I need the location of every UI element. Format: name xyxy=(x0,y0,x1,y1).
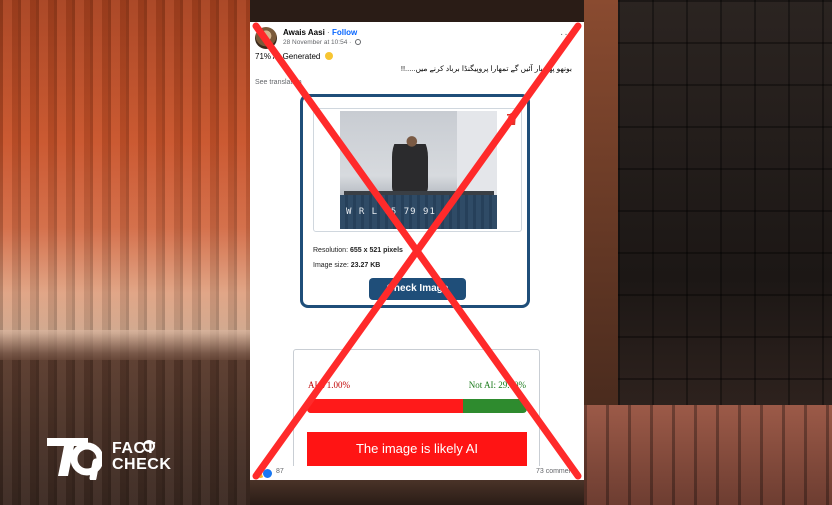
container-worker-photo: W R L 05 79 91 xyxy=(340,111,497,229)
resolution-label: Resolution: xyxy=(313,247,349,254)
logo-check-text: CHECK xyxy=(112,456,172,473)
background-ground xyxy=(250,480,584,505)
reaction-count[interactable]: 87 xyxy=(276,468,284,475)
meta-separator: · xyxy=(349,39,352,46)
photo-container-code: W R L 05 79 91 xyxy=(346,207,436,217)
more-options-icon[interactable]: ··· xyxy=(560,29,573,40)
background-container-bottom xyxy=(584,405,832,505)
post-urdu-text: بونھو پھر بار آئیں گے تمھارا پروپیگنڈا ب… xyxy=(400,64,572,73)
trash-icon[interactable] xyxy=(507,113,517,125)
post-meta: 28 November at 10:54 · xyxy=(283,39,362,46)
background-container-left xyxy=(0,0,250,505)
post-footer: 87 73 comments xyxy=(250,466,584,480)
ai-score-label: AI: 71.00% xyxy=(308,380,350,390)
ai-score-bar xyxy=(307,399,527,413)
photo-sky xyxy=(457,111,497,201)
post-caption: 71% AI Generated xyxy=(255,52,333,61)
image-preview-box: W R L 05 79 91 xyxy=(313,108,522,232)
author-name[interactable]: Awais Aasi xyxy=(283,28,325,37)
not-ai-score-label: Not AI: 29.00% xyxy=(468,380,526,390)
check-image-button[interactable]: Check Image xyxy=(369,278,466,300)
author-line: Awais Aasi · Follow xyxy=(283,28,357,37)
ai-checker-tool-screenshot: W R L 05 79 91 Resolution: 655 x 521 pix… xyxy=(300,94,530,308)
photo-person xyxy=(392,133,428,193)
comments-count[interactable]: 73 comments xyxy=(536,468,578,475)
ai-result-panel: AI: 71.00% Not AI: 29.00% The image is l… xyxy=(293,349,540,480)
ai-score-bar-fill xyxy=(307,399,464,413)
globe-icon xyxy=(355,39,362,45)
grinning-face-icon xyxy=(324,52,333,60)
see-translation-link[interactable]: See translation xyxy=(255,79,302,86)
verdict-banner: The image is likely AI xyxy=(307,432,527,466)
follow-link[interactable]: Follow xyxy=(332,28,357,37)
size-value: 23.27 KB xyxy=(350,262,381,269)
file-info: Resolution: 655 x 521 pixels Image size:… xyxy=(313,243,403,273)
post-header: Awais Aasi · Follow 28 November at 10:54… xyxy=(255,27,579,51)
size-label: Image size: xyxy=(313,262,349,269)
resolution-row: Resolution: 655 x 521 pixels xyxy=(313,243,403,258)
fact-check-logo: FACT CHECK xyxy=(44,432,171,480)
caption-text: 71% AI Generated xyxy=(255,52,321,61)
checkmark-icon xyxy=(143,440,155,452)
post-timestamp[interactable]: 28 November at 10:54 xyxy=(283,39,347,46)
background-container-rail xyxy=(0,330,250,360)
resolution-value: 655 x 521 pixels xyxy=(349,247,403,254)
logo-mark-icon xyxy=(47,438,102,480)
facebook-post-card: Awais Aasi · Follow 28 November at 10:54… xyxy=(250,22,584,480)
size-row: Image size: 23.27 KB xyxy=(313,258,403,273)
author-separator: · xyxy=(327,28,330,37)
avatar[interactable] xyxy=(255,27,277,49)
like-reaction-icon xyxy=(262,468,273,479)
